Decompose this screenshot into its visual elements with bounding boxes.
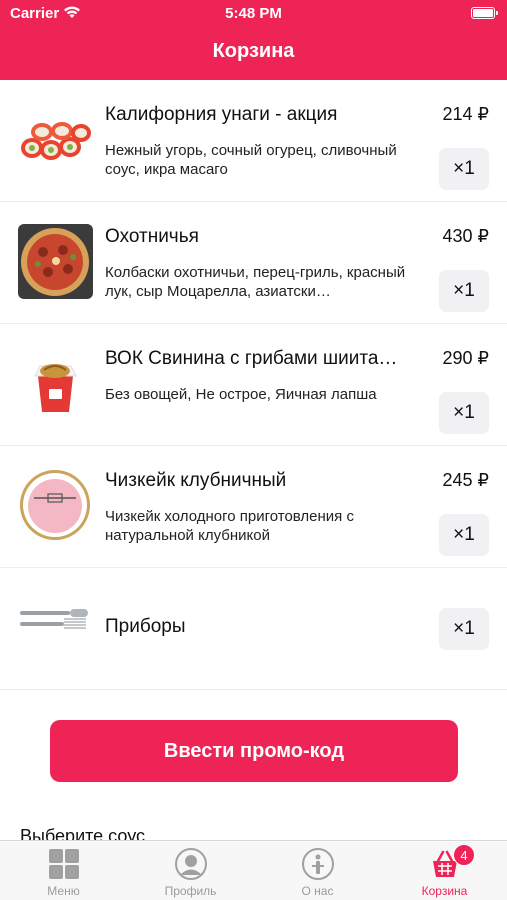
promo-code-button[interactable]: Ввести промо-код: [50, 720, 458, 782]
cart-count-badge: 4: [453, 844, 475, 866]
wok-box-image: [18, 346, 93, 421]
profile-icon: [175, 848, 207, 880]
battery-icon: [471, 7, 498, 19]
item-description: Чизкейк холодного приготовления с натура…: [105, 508, 354, 544]
tab-label: Профиль: [164, 884, 217, 898]
item-description: Нежный угорь, сочный огурец, сливочный с…: [105, 142, 397, 178]
nav-header: Carrier 5:48 PM Корзина: [0, 0, 507, 80]
quantity-button[interactable]: ×1: [439, 608, 489, 650]
cart-item-cutlery[interactable]: Приборы ×1: [0, 568, 507, 690]
item-price: 290 ₽: [442, 348, 490, 368]
item-name: Чизкейк клубничный: [105, 470, 287, 491]
item-name: Охотничья: [105, 226, 199, 247]
tab-bar: Меню Профиль О нас 4 Корзина: [0, 840, 507, 900]
menu-grid-icon: [49, 849, 79, 879]
quantity-button[interactable]: ×1: [439, 270, 489, 312]
item-description: Без овощей, Не острое, Яичная лапша: [105, 386, 377, 403]
page-title: Корзина: [212, 40, 295, 62]
cart-item[interactable]: ВОК Свинина с грибами шиитаке… Без овоще…: [0, 324, 507, 446]
item-price: 214 ₽: [442, 104, 490, 124]
about-icon: [302, 848, 334, 880]
cart-item[interactable]: Охотничья Колбаски охотничьи, перец-грил…: [0, 202, 507, 324]
cart-item[interactable]: Чизкейк клубничный Чизкейк холодного при…: [0, 446, 507, 568]
pizza-image: [18, 224, 93, 299]
item-price: 245 ₽: [442, 470, 490, 490]
quantity-button[interactable]: ×1: [439, 148, 489, 190]
tab-label: Меню: [47, 884, 80, 898]
status-bar: Carrier 5:48 PM: [0, 0, 507, 28]
sauce-section-title: Выберите соус: [20, 826, 145, 840]
cheesecake-image: [18, 468, 93, 543]
item-description: Колбаски охотничьи, перец-гриль, красный…: [105, 264, 406, 300]
item-name: Калифорния унаги - акция: [105, 104, 338, 125]
tab-label: О нас: [301, 884, 334, 898]
item-price: 430 ₽: [442, 226, 490, 246]
item-name: ВОК Свинина с грибами шиитаке…: [105, 348, 405, 369]
tab-label: Корзина: [421, 884, 468, 898]
sushi-roll-image: [18, 102, 93, 177]
quantity-button[interactable]: ×1: [439, 514, 489, 556]
tab-menu[interactable]: Меню: [0, 841, 127, 900]
cutlery-image: [18, 592, 93, 667]
tab-cart[interactable]: 4 Корзина: [381, 841, 507, 900]
tab-profile[interactable]: Профиль: [127, 841, 254, 900]
quantity-button[interactable]: ×1: [439, 392, 489, 434]
item-name: Приборы: [105, 616, 186, 637]
tab-about[interactable]: О нас: [254, 841, 381, 900]
cart-item[interactable]: Калифорния унаги - акция Нежный угорь, с…: [0, 80, 507, 202]
clock: 5:48 PM: [225, 5, 282, 22]
cart-list: Калифорния унаги - акция Нежный угорь, с…: [0, 80, 507, 690]
